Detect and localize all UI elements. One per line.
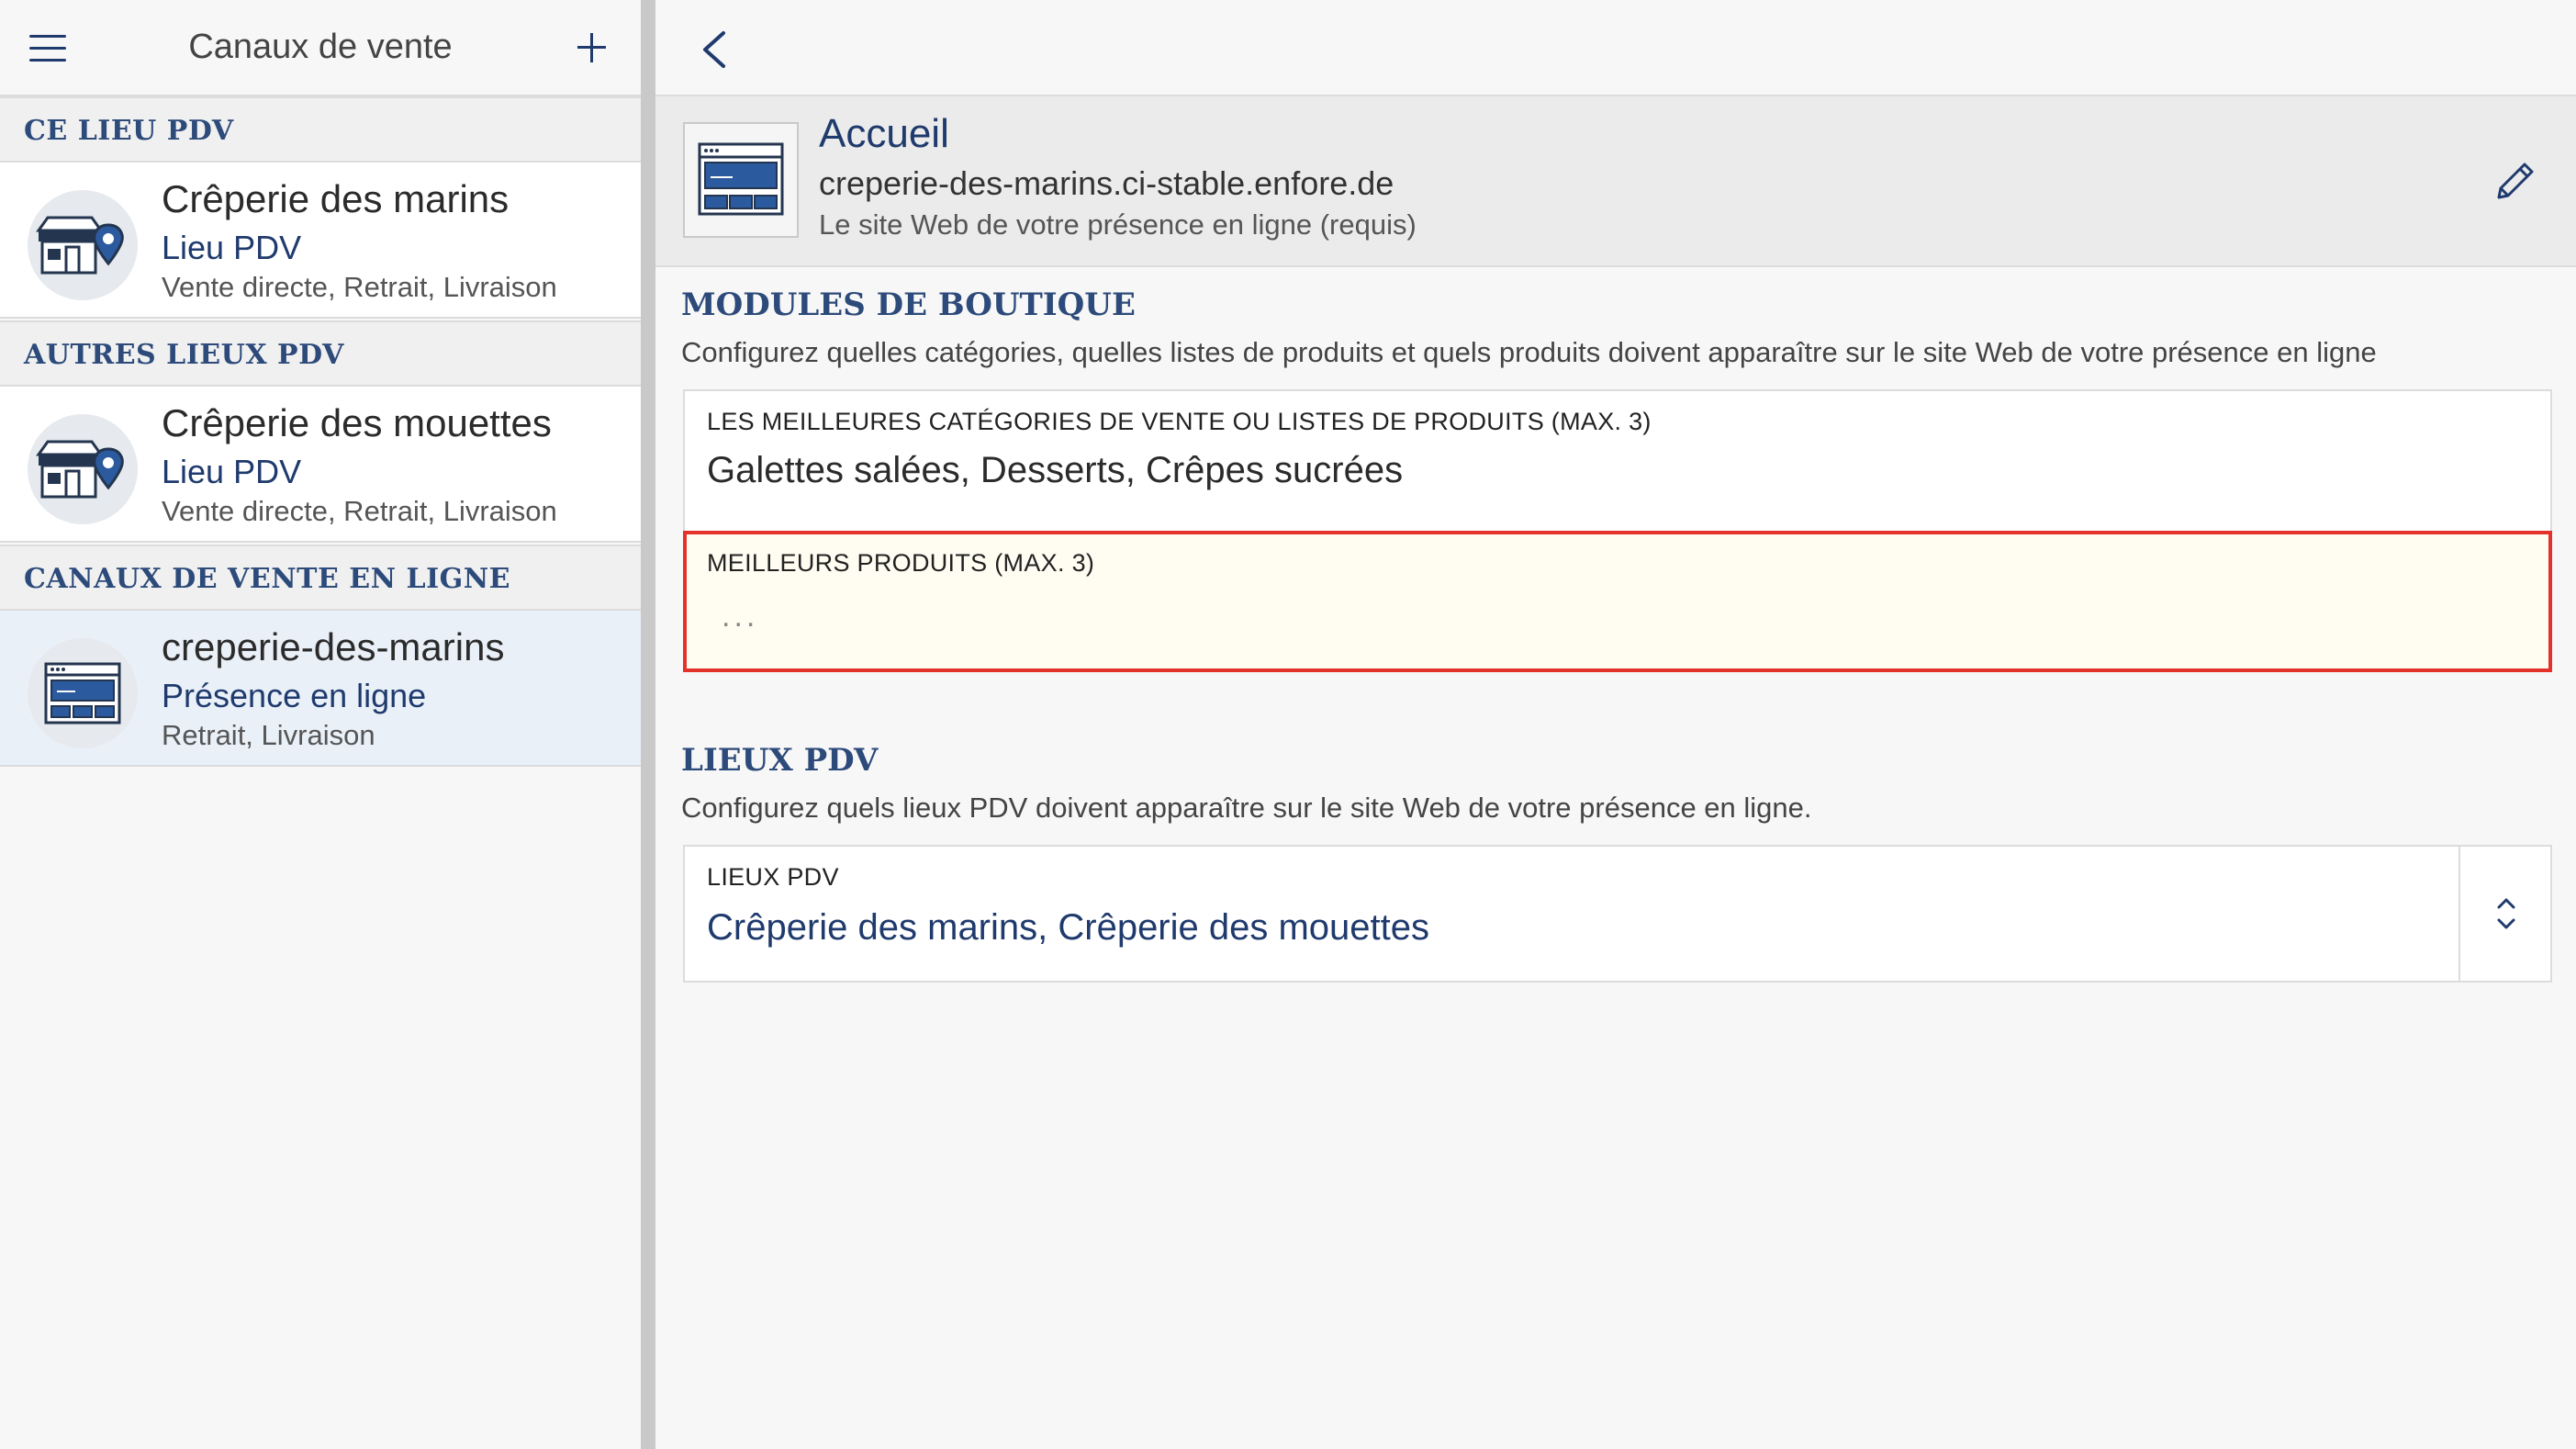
list-item-creperie-des-mouettes[interactable]: Crêperie des mouettes Lieu PDV Vente dir… [0,387,641,543]
panel-title: Canaux de vente [188,28,453,66]
website-icon [28,638,138,748]
section-heading-this-location: CE LIEU PDV [0,96,641,163]
item-subtitle: Lieu PDV [162,229,302,266]
list-item-creperie-des-marins-online[interactable]: creperie-des-marins Présence en ligne Re… [0,611,641,767]
field-label: LES MEILLEURES CATÉGORIES DE VENTE OU LI… [707,408,1652,435]
shop-modules-description: Configurez quelles catégories, quelles l… [681,336,2377,368]
locations-heading: LIEUX PDV [681,742,879,779]
back-arrow-icon[interactable] [696,29,733,70]
top-products-field[interactable]: MEILLEURS PRODUITS (MAX. 3) ... [683,531,2552,672]
field-value: Galettes salées, Desserts, Crêpes sucrée… [707,450,1404,490]
website-icon [683,122,799,238]
site-url: creperie-des-marins.ci-stable.enfore.de [819,164,1394,202]
field-label: MEILLEURS PRODUITS (MAX. 3) [707,549,1095,577]
detail-header [655,0,2576,96]
item-subtitle: Présence en ligne [162,677,427,714]
add-channel-button[interactable] [575,31,608,64]
item-subtitle: Lieu PDV [162,453,302,490]
chevron-up-down-icon[interactable] [2458,847,2550,981]
section-heading-online-channels: CANAUX DE VENTE EN LIGNE [0,545,641,611]
item-title: Crêperie des marins [162,177,510,220]
store-location-icon [28,190,138,300]
top-categories-field[interactable]: LES MEILLEURES CATÉGORIES DE VENTE OU LI… [683,389,2552,533]
item-title: Crêperie des mouettes [162,401,552,444]
detail-panel: Accueil creperie-des-marins.ci-stable.en… [655,0,2576,1449]
shop-modules-heading: MODULES DE BOUTIQUE [681,286,1136,323]
pencil-icon[interactable] [2490,155,2541,207]
field-value: Crêperie des marins, Crêperie des mouett… [707,907,1430,948]
store-location-icon [28,414,138,524]
panel-divider[interactable] [641,0,655,1449]
locations-select[interactable]: LIEUX PDV Crêperie des marins, Crêperie … [683,845,2552,983]
item-description: Retrait, Livraison [162,719,375,751]
item-description: Vente directe, Retrait, Livraison [162,271,557,303]
list-item-creperie-des-marins[interactable]: Crêperie des marins Lieu PDV Vente direc… [0,163,641,319]
site-description: Le site Web de votre présence en ligne (… [819,208,1417,241]
page-title: Accueil [819,111,949,156]
field-label: LIEUX PDV [707,863,839,891]
sales-channels-panel: Canaux de vente CE LIEU PDV Crêperie des… [0,0,641,1449]
section-heading-other-locations: AUTRES LIEUX PDV [0,320,641,387]
item-description: Vente directe, Retrait, Livraison [162,495,557,527]
locations-description: Configurez quels lieux PDV doivent appar… [681,792,1812,824]
field-placeholder: ... [722,599,759,634]
left-header: Canaux de vente [0,0,641,96]
item-title: creperie-des-marins [162,625,505,668]
channel-summary: Accueil creperie-des-marins.ci-stable.en… [655,96,2576,267]
